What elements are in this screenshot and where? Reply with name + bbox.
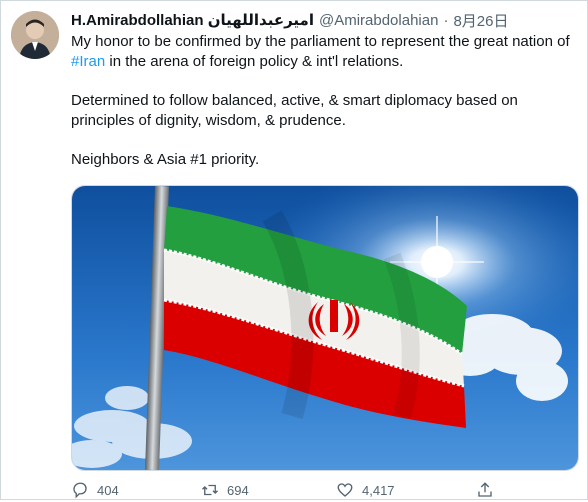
tweet-paragraph-3: Neighbors & Asia #1 priority. — [71, 151, 260, 168]
tweet-media-image[interactable] — [71, 185, 579, 471]
tweet-paragraph-1: My honor to be confirmed by the parliame… — [71, 32, 581, 72]
like-button[interactable]: 4,417 — [336, 480, 395, 500]
retweet-count: 694 — [227, 482, 249, 498]
retweet-button[interactable]: 694 — [201, 480, 249, 500]
tweet-paragraph-2: Determined to follow balanced, active, &… — [71, 92, 518, 129]
hashtag-link[interactable]: #Iran — [71, 53, 105, 70]
tweet-header: H.Amirabdollahian امیرعبداللهیان @Amirab… — [71, 9, 579, 31]
iran-flag-photo — [72, 186, 578, 470]
like-icon — [337, 483, 353, 497]
reply-button[interactable]: 404 — [71, 480, 119, 500]
avatar[interactable] — [11, 11, 59, 59]
tweet-text-line1-post: in the arena of foreign policy & int'l r… — [105, 53, 404, 70]
share-button[interactable] — [476, 480, 494, 500]
share-icon — [478, 482, 492, 497]
reply-count: 404 — [97, 482, 119, 498]
retweet-icon — [202, 484, 218, 496]
tweet-text-line1-pre: My honor to be confirmed by the parliame… — [71, 33, 570, 50]
user-handle[interactable]: @Amirabdolahian — [319, 12, 438, 29]
separator-dot: · — [443, 11, 449, 29]
like-count: 4,417 — [362, 482, 395, 498]
tweet-card[interactable]: H.Amirabdollahian امیرعبداللهیان @Amirab… — [0, 0, 588, 500]
tweet-date[interactable]: 8月26日 — [453, 10, 508, 31]
reply-icon — [73, 482, 87, 499]
display-name[interactable]: H.Amirabdollahian امیرعبداللهیان — [71, 11, 314, 29]
tweet-text: My honor to be confirmed by the parliame… — [71, 32, 581, 170]
tweet-actions: 404 694 4,417 — [71, 480, 571, 502]
